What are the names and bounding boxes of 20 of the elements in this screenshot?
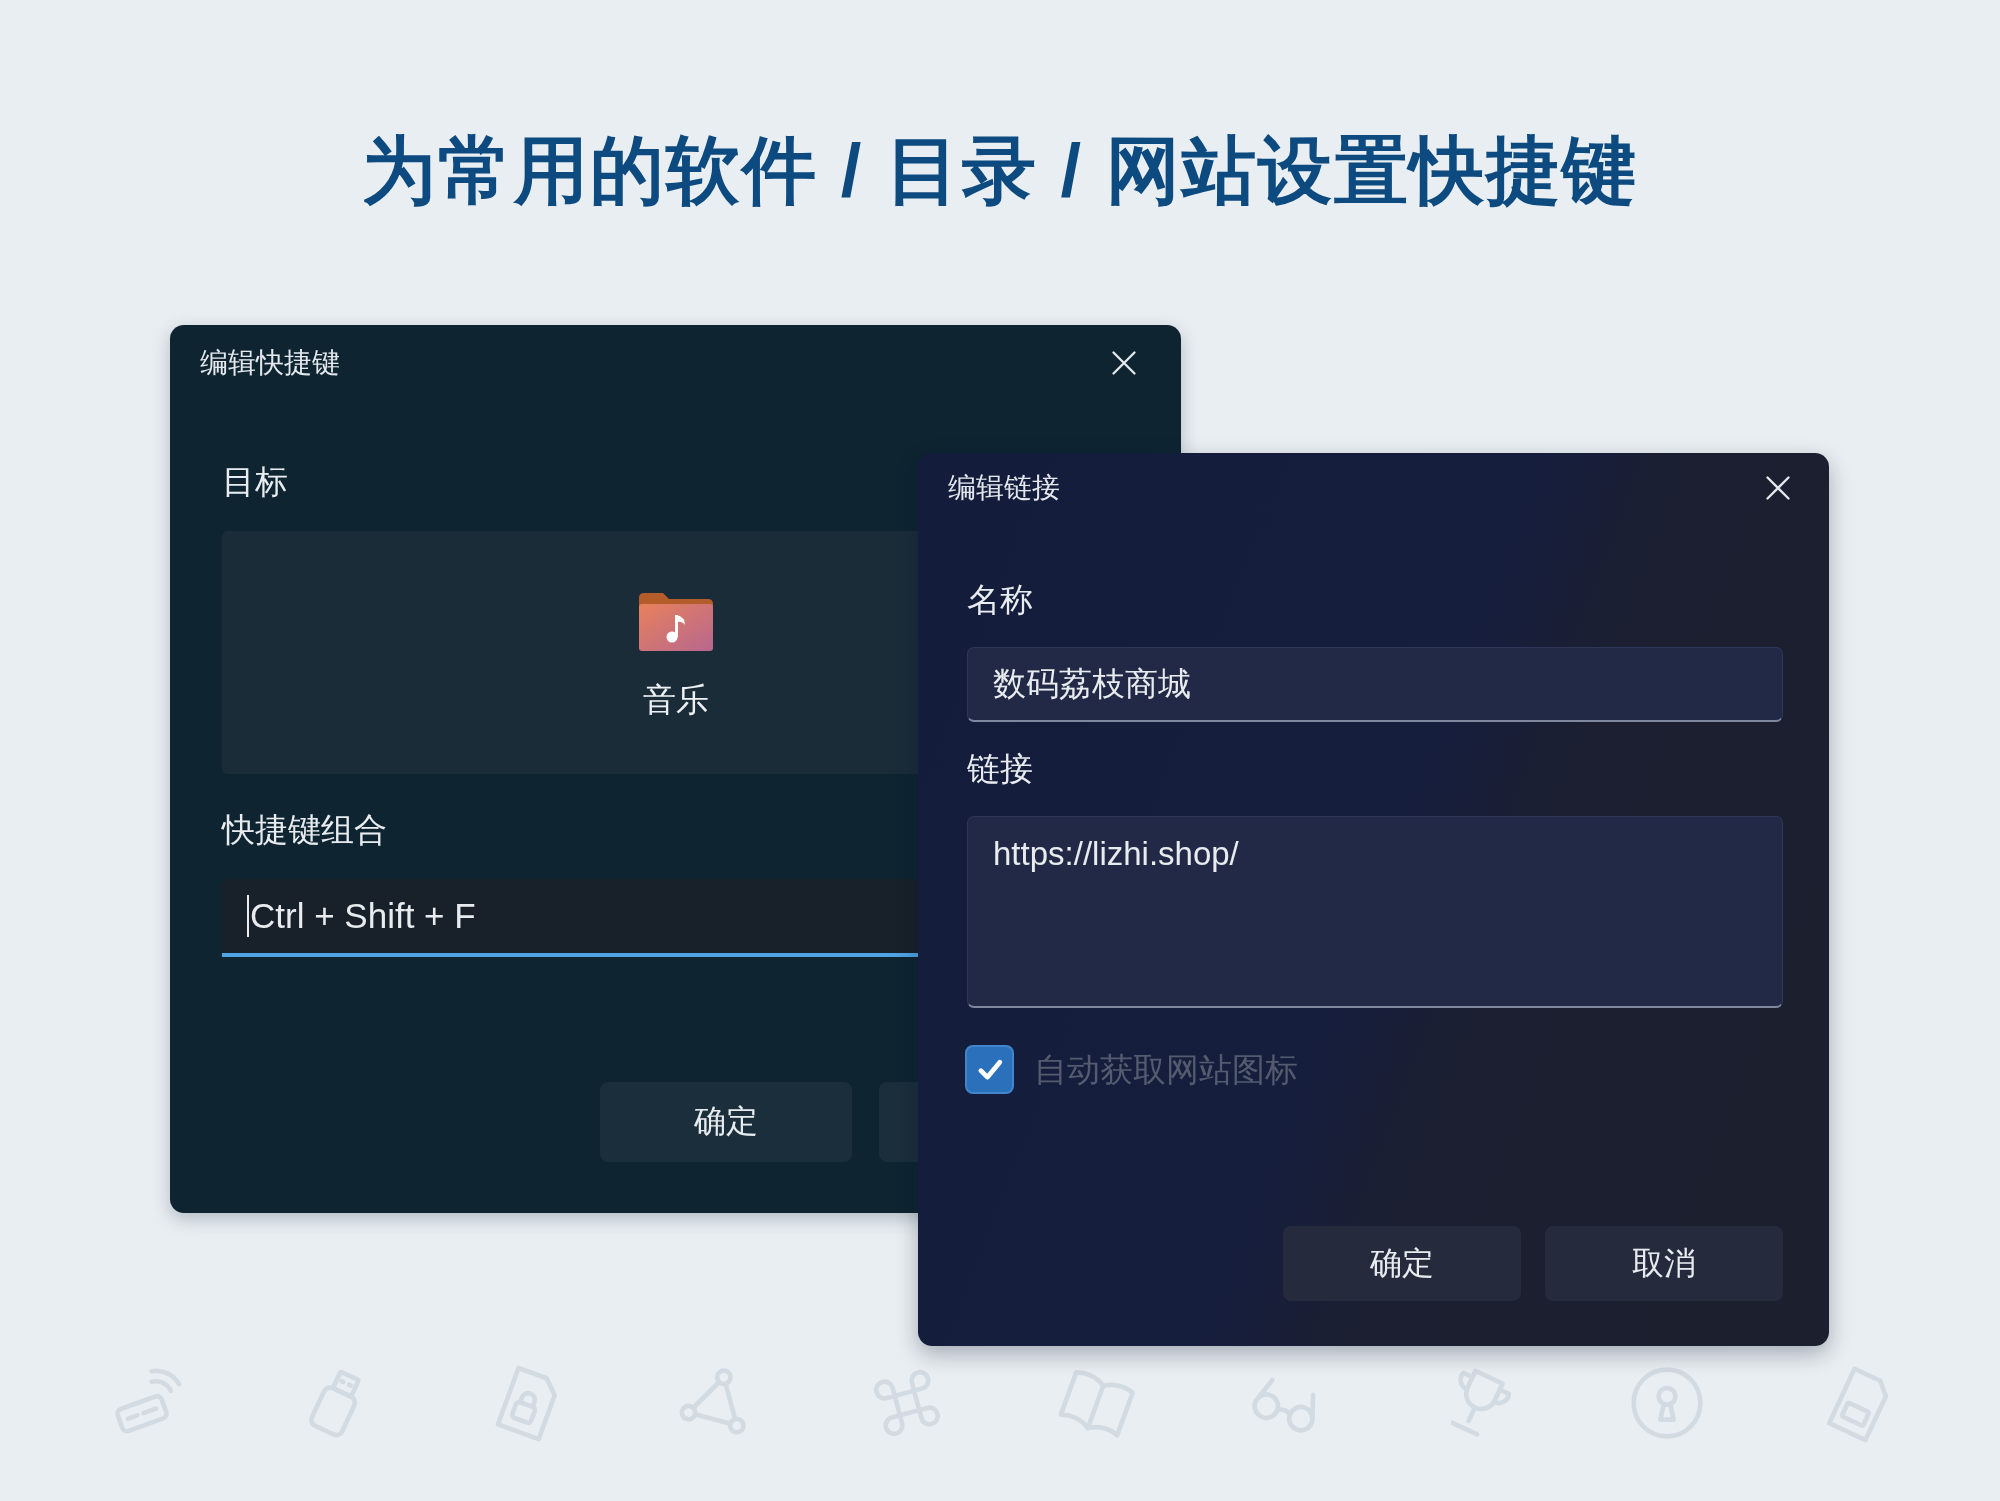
page-title: 为常用的软件 / 目录 / 网站设置快捷键 [362, 128, 1638, 214]
dialog-button[interactable]: 确定 [1283, 1226, 1521, 1301]
dialog-button[interactable]: 取消 [1545, 1226, 1783, 1301]
close-icon[interactable] [1110, 349, 1138, 377]
dialog-button[interactable]: 确定 [600, 1082, 852, 1162]
target-name: 音乐 [643, 680, 709, 720]
link-input[interactable]: https://lizhi.shop/ [967, 816, 1783, 1008]
close-icon[interactable] [1764, 474, 1792, 502]
checkbox-label: 自动获取网站图标 [1034, 1049, 1298, 1090]
name-input[interactable]: 数码荔枝商城 [967, 647, 1783, 722]
field-label: 快捷键组合 [222, 810, 387, 850]
text-cursor-icon [247, 895, 249, 937]
field-label: 链接 [967, 749, 1033, 789]
field-label: 目标 [222, 462, 288, 502]
dialog-title: 编辑快捷键 [200, 346, 340, 380]
shortcut-input[interactable]: Ctrl + Shift + F [222, 879, 918, 957]
dialog-title: 编辑链接 [948, 471, 1060, 505]
music-folder-icon [639, 593, 713, 651]
field-label: 名称 [967, 580, 1033, 620]
checkbox[interactable] [965, 1045, 1014, 1094]
